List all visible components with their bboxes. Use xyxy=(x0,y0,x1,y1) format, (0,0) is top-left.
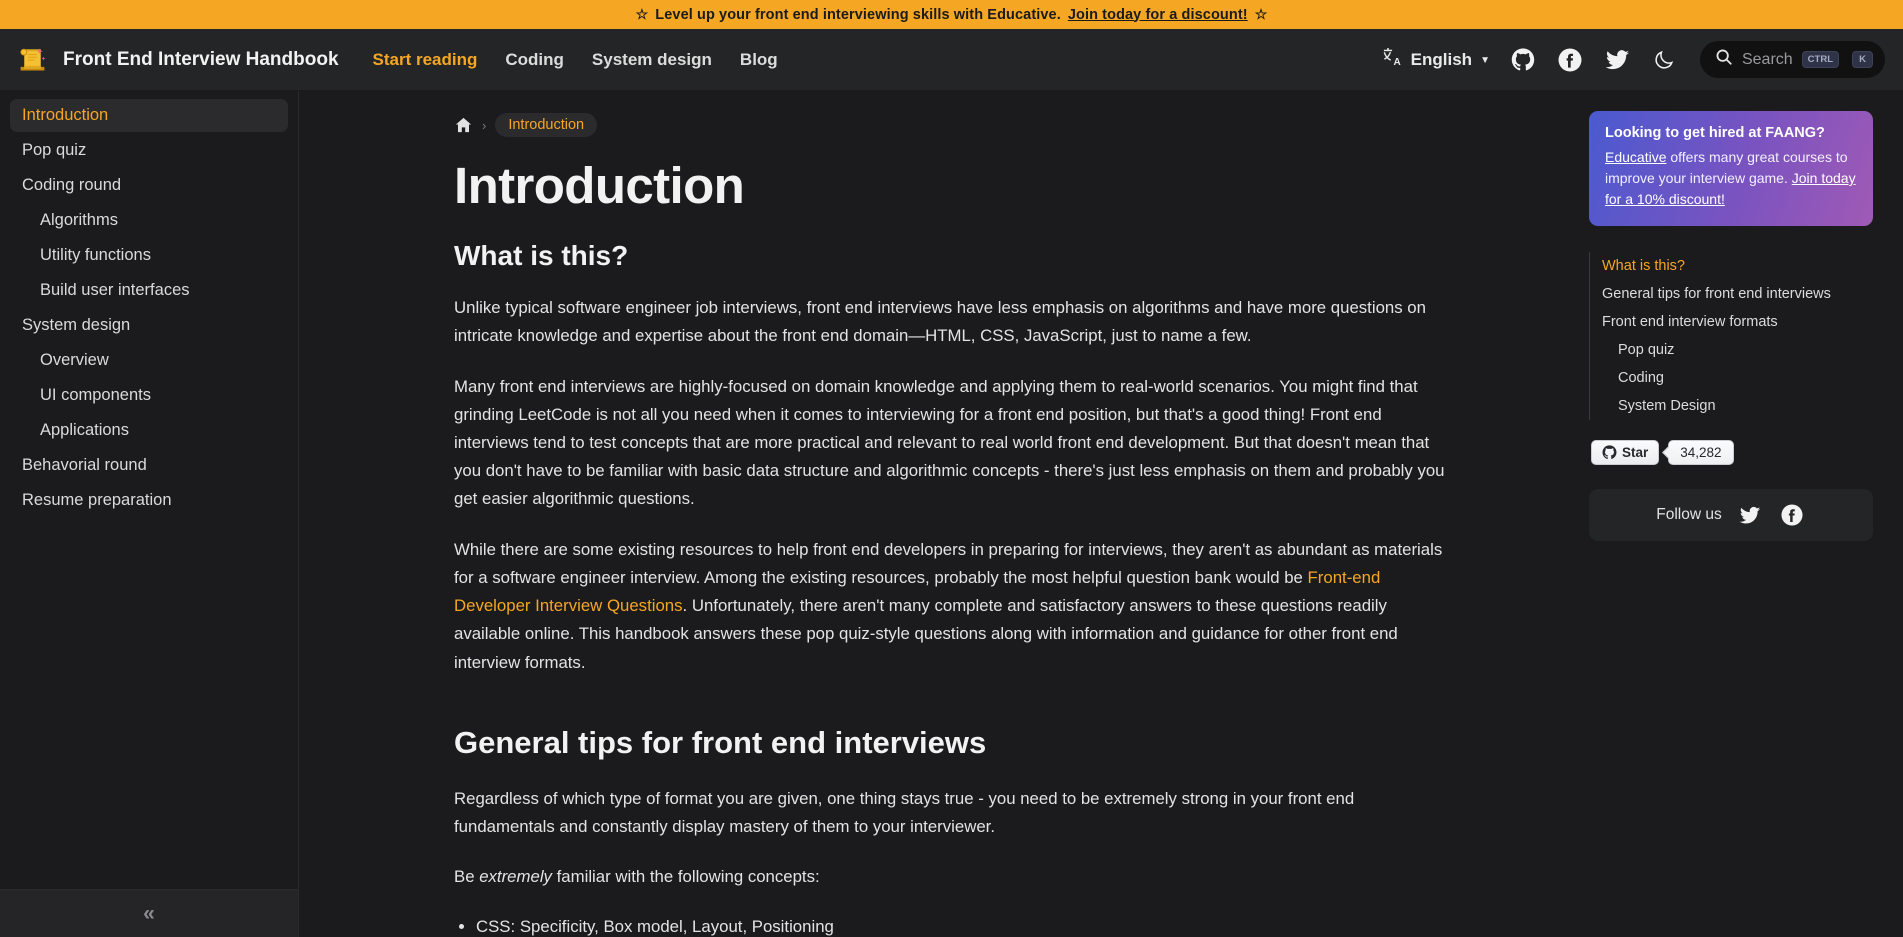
facebook-icon[interactable] xyxy=(1557,46,1584,73)
toc-item-what-is-this[interactable]: What is this? xyxy=(1590,252,1873,280)
scroll-logo-icon xyxy=(14,41,51,78)
sidebar-item-ui-components[interactable]: UI components xyxy=(10,379,288,412)
table-of-contents: What is this? General tips for front end… xyxy=(1589,252,1873,420)
navbar: Front End Interview Handbook Start readi… xyxy=(0,29,1903,91)
sidebar-item-utility-functions[interactable]: Utility functions xyxy=(10,239,288,272)
github-star-row: Star 34,282 xyxy=(1591,440,1873,465)
paragraph-4: Regardless of which type of format you a… xyxy=(454,788,1355,836)
github-star-label: Star xyxy=(1622,445,1649,460)
star-outline-icon: ☆ xyxy=(635,6,649,22)
promo-title: Looking to get hired at FAANG? xyxy=(1605,125,1825,141)
nav-link-system-design[interactable]: System design xyxy=(592,50,712,70)
toc-item-pop-quiz[interactable]: Pop quiz xyxy=(1590,336,1873,364)
section-heading-general-tips: General tips for front end interviews xyxy=(454,724,987,760)
toc-item-coding[interactable]: Coding xyxy=(1590,364,1873,392)
sidebar-item-overview[interactable]: Overview xyxy=(10,344,288,377)
chevron-down-icon: ▼ xyxy=(1480,55,1490,66)
toc-item-interview-formats[interactable]: Front end interview formats xyxy=(1590,308,1873,336)
search-input[interactable]: Search CTRL K xyxy=(1699,41,1885,78)
github-star-count[interactable]: 34,282 xyxy=(1668,440,1734,465)
home-icon[interactable] xyxy=(454,116,473,135)
svg-text:A: A xyxy=(1393,57,1400,67)
nav-link-coding[interactable]: Coding xyxy=(505,50,564,70)
kbd-ctrl: CTRL xyxy=(1801,50,1839,69)
star-outline-icon: ☆ xyxy=(1254,6,1268,22)
announcement-bar: ☆ Level up your front end interviewing s… xyxy=(0,0,1903,29)
dark-mode-moon-icon[interactable] xyxy=(1651,46,1678,73)
paragraph-3: While there are some existing resources … xyxy=(454,536,1449,677)
follow-us-label: Follow us xyxy=(1656,506,1722,523)
toc-item-general-tips[interactable]: General tips for front end interviews xyxy=(1590,280,1873,308)
navbar-right: A English ▼ Search CTRL K xyxy=(1382,41,1885,78)
brand[interactable]: Front End Interview Handbook xyxy=(14,41,339,78)
right-rail: Looking to get hired at FAANG? Educative… xyxy=(1573,91,1903,937)
search-placeholder: Search xyxy=(1741,50,1793,68)
language-label: English xyxy=(1410,49,1473,69)
page-shell: Introduction Pop quiz Coding round Algor… xyxy=(0,91,1903,937)
github-icon[interactable] xyxy=(1510,46,1537,73)
sidebar-item-applications[interactable]: Applications xyxy=(10,414,288,447)
sidebar-item-algorithms[interactable]: Algorithms xyxy=(10,204,288,237)
announcement-link[interactable]: Join today for a discount! xyxy=(1068,7,1248,23)
paragraph-3-text-before: While there are some existing resources … xyxy=(454,539,1443,587)
paragraph-5: Be extremely familiar with the following… xyxy=(454,863,1449,891)
paragraph-5-emphasis: extremely xyxy=(479,867,552,887)
github-star-button[interactable]: Star xyxy=(1591,440,1660,465)
paragraph-5-after: familiar with the following concepts: xyxy=(551,867,820,887)
breadcrumb: › Introduction xyxy=(454,113,1449,137)
sidebar-item-behavorial-round[interactable]: Behavorial round xyxy=(10,449,288,482)
nav-link-start-reading[interactable]: Start reading xyxy=(373,50,478,70)
paragraph-2: Many front end interviews are highly-foc… xyxy=(454,376,1445,509)
breadcrumb-current[interactable]: Introduction xyxy=(495,113,598,137)
sidebar-item-coding-round[interactable]: Coding round xyxy=(10,169,288,202)
promo-text: Educative offers many great courses to i… xyxy=(1605,147,1857,210)
main-content: › Introduction Introduction What is this… xyxy=(299,91,1573,937)
sidebar-nav: Introduction Pop quiz Coding round Algor… xyxy=(0,91,298,889)
announcement-text: Level up your front end interviewing ski… xyxy=(655,6,1061,23)
sidebar-item-resume-preparation[interactable]: Resume preparation xyxy=(10,484,288,517)
sidebar-item-pop-quiz[interactable]: Pop quiz xyxy=(10,134,288,167)
nav-link-blog[interactable]: Blog xyxy=(740,50,778,70)
educative-link[interactable]: Educative xyxy=(1605,149,1666,165)
page-title: Introduction xyxy=(454,157,745,214)
concepts-list: CSS: Specificity, Box model, Layout, Pos… xyxy=(476,913,1449,937)
section-heading-what-is-this: What is this? xyxy=(454,240,629,272)
breadcrumb-separator: › xyxy=(482,117,487,133)
sidebar-item-system-design[interactable]: System design xyxy=(10,309,288,342)
list-item: CSS: Specificity, Box model, Layout, Pos… xyxy=(476,913,1449,937)
collapse-sidebar-button[interactable]: « xyxy=(0,889,298,937)
follow-us-card: Follow us xyxy=(1589,489,1873,541)
twitter-icon[interactable] xyxy=(1737,502,1764,529)
language-selector[interactable]: A English ▼ xyxy=(1382,47,1490,72)
nav-links: Start reading Coding System design Blog xyxy=(373,50,778,70)
github-icon xyxy=(1602,445,1617,460)
search-icon xyxy=(1715,48,1733,71)
brand-title: Front End Interview Handbook xyxy=(63,48,339,70)
facebook-icon[interactable] xyxy=(1779,502,1806,529)
double-chevron-left-icon: « xyxy=(143,902,155,925)
sidebar-item-build-user-interfaces[interactable]: Build user interfaces xyxy=(10,274,288,307)
promo-card: Looking to get hired at FAANG? Educative… xyxy=(1589,111,1873,226)
twitter-icon[interactable] xyxy=(1604,46,1631,73)
sidebar: Introduction Pop quiz Coding round Algor… xyxy=(0,91,299,937)
kbd-k: K xyxy=(1852,50,1873,69)
paragraph-1: Unlike typical software engineer job int… xyxy=(454,298,1426,346)
translate-icon: A xyxy=(1382,47,1404,72)
toc-item-system-design[interactable]: System Design xyxy=(1590,392,1873,420)
sidebar-item-introduction[interactable]: Introduction xyxy=(10,99,288,132)
paragraph-5-before: Be xyxy=(454,867,480,887)
